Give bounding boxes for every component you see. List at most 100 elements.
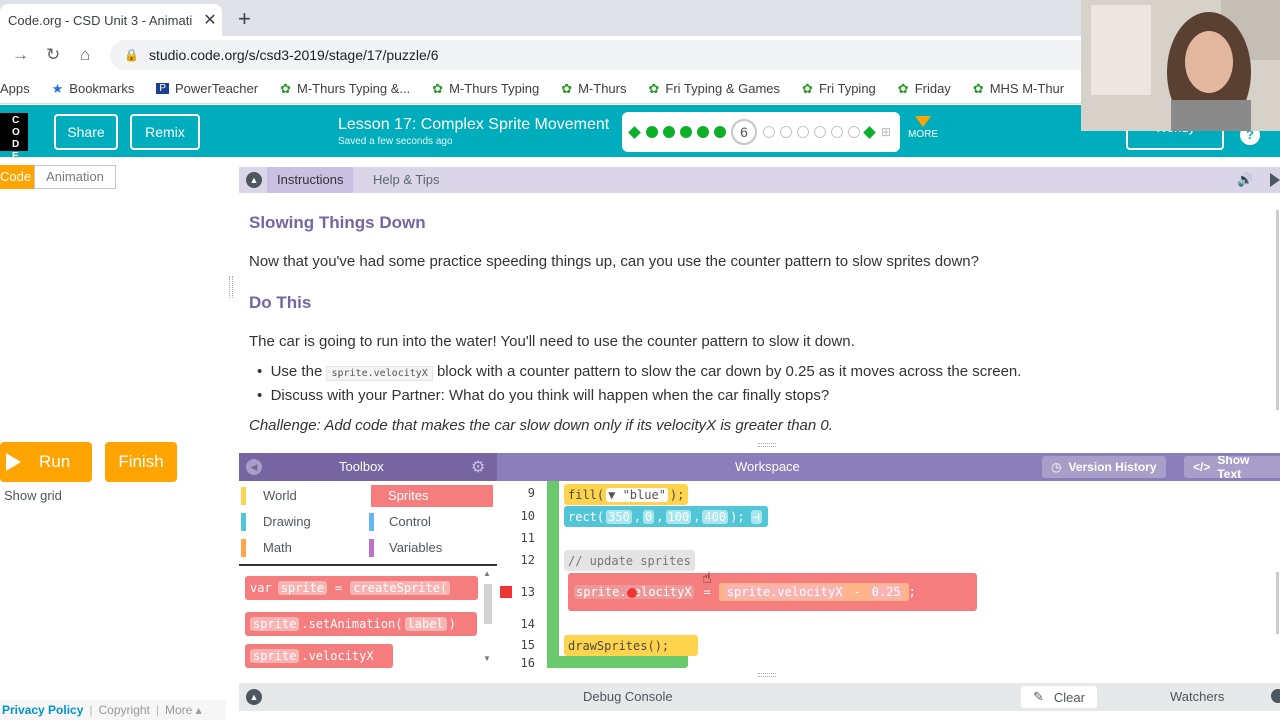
animation-toggle-tab[interactable]: Animation (34, 165, 116, 189)
comment-text: // update sprites (568, 553, 691, 568)
remix-button[interactable]: Remix (130, 114, 200, 150)
create-sprite-block[interactable]: var sprite = createSprite( (245, 576, 478, 600)
home-icon[interactable]: ⌂ (80, 45, 90, 65)
level-dot-incomplete[interactable] (831, 126, 843, 138)
category-sprites[interactable]: Sprites (371, 485, 493, 507)
version-history-button[interactable]: ◷ Version History (1042, 456, 1166, 478)
fill-block[interactable]: fill( ▼ "blue" ); (564, 484, 689, 505)
unplugged-icon[interactable]: ⊞ (881, 125, 891, 139)
play-audio-icon[interactable] (1270, 173, 1280, 187)
collapse-instructions-icon[interactable]: ▲ (246, 172, 262, 188)
rect-h-arg[interactable]: 400 (702, 509, 729, 524)
expand-debug-icon[interactable]: ▲ (246, 689, 262, 705)
watchers-tab[interactable]: Watchers (1170, 689, 1224, 704)
toolbox-scrollbar[interactable]: ▲ ▼ (483, 569, 493, 664)
code-org-logo[interactable]: C O D E (0, 113, 28, 162)
share-button[interactable]: Share (54, 114, 118, 150)
run-button[interactable]: Run (0, 442, 92, 482)
level-diamond[interactable] (863, 125, 876, 139)
close-debug-icon[interactable] (1271, 689, 1280, 703)
rect-block[interactable]: rect( 350, 0, 100, 400 ); ⊣ (564, 506, 768, 527)
lesson-title[interactable]: Lesson 17: Complex Sprite Movement (338, 116, 609, 134)
current-level-bubble[interactable]: 6 (731, 119, 757, 145)
breakpoint-marker[interactable] (500, 586, 512, 598)
bookmark-fri-typing-games[interactable]: ✿ Fri Typing & Games (648, 81, 780, 97)
tab-instructions[interactable]: Instructions (267, 167, 354, 193)
level-dot-complete[interactable] (697, 126, 709, 138)
finish-button[interactable]: Finish (105, 442, 177, 482)
collapse-args-icon[interactable]: ⊣ (750, 509, 762, 524)
show-text-button[interactable]: </> Show Text (1184, 456, 1280, 478)
forward-arrow-icon[interactable]: → (12, 45, 29, 65)
instructions-scrollbar[interactable] (1276, 210, 1279, 410)
rect-y-arg[interactable]: 0 (643, 509, 655, 524)
category-variables[interactable]: Variables (369, 537, 491, 559)
instructions-resize-handle[interactable] (758, 443, 776, 447)
color-dropdown[interactable]: ▼ "blue" (606, 487, 668, 502)
bookmark-mhs-mthur[interactable]: ✿ MHS M-Thur (973, 81, 1064, 97)
url-field[interactable]: 🔒 studio.code.org/s/csd3-2019/stage/17/p… (110, 40, 1110, 70)
url-text: studio.code.org/s/csd3-2019/stage/17/puz… (148, 47, 439, 63)
level-dot-complete[interactable] (663, 126, 675, 138)
category-control[interactable]: Control (369, 511, 491, 533)
close-tab-icon[interactable]: ✕ (198, 10, 222, 30)
code-toggle-tab[interactable]: Code (0, 165, 34, 189)
category-world[interactable]: World (241, 485, 363, 507)
rect-w-arg[interactable]: 100 (665, 509, 692, 524)
browser-tab[interactable]: Code.org - CSD Unit 3 - Animati ✕ (0, 4, 222, 36)
version-history-label: Version History (1068, 460, 1157, 474)
rect-x-arg[interactable]: 350 (606, 509, 632, 524)
bookmark-bookmarks[interactable]: ★ Bookmarks (52, 81, 135, 97)
level-dot-incomplete[interactable] (848, 126, 860, 138)
scroll-thumb[interactable] (484, 584, 492, 624)
event-block-strip (547, 481, 559, 668)
level-dot-incomplete[interactable] (797, 126, 809, 138)
comment-block[interactable]: // update sprites (564, 550, 695, 571)
new-tab-icon[interactable]: + (238, 6, 251, 32)
set-animation-block[interactable]: sprite .setAnimation( label ) (245, 612, 477, 636)
clear-console-button[interactable]: ✎ Clear (1021, 686, 1097, 708)
workspace-resize-handle[interactable] (758, 673, 776, 677)
draw-sprites-block[interactable]: drawSprites(); (564, 635, 698, 656)
reload-icon[interactable]: ↻ (46, 45, 60, 65)
math-expression-block[interactable]: sprite.velocityX - 0.25 (718, 583, 909, 601)
level-dot-incomplete[interactable] (763, 126, 775, 138)
level-dot-incomplete[interactable] (780, 126, 792, 138)
scroll-down-icon[interactable]: ▼ (483, 654, 491, 663)
gear-icon[interactable]: ⚙ (471, 457, 485, 477)
level-dot-complete[interactable] (646, 126, 658, 138)
frog-icon: ✿ (648, 80, 660, 96)
more-links[interactable]: More ▴ (165, 703, 202, 717)
copyright-link[interactable]: Copyright (99, 703, 150, 717)
more-button[interactable]: MORE (908, 116, 938, 140)
category-math[interactable]: Math (241, 537, 363, 559)
expression-right-slot[interactable]: 0.25 (869, 585, 903, 599)
tab-help-tips[interactable]: Help & Tips (363, 167, 449, 193)
show-grid-toggle[interactable]: Show grid (4, 488, 62, 503)
category-drawing[interactable]: Drawing (241, 511, 363, 533)
speaker-icon[interactable]: 🔊 (1237, 172, 1253, 188)
block-text: ) (448, 617, 456, 631)
bookmark-friday[interactable]: ✿ Friday (898, 81, 951, 97)
bookmark-powerteacher[interactable]: P PowerTeacher (156, 81, 258, 96)
bookmark-label: M-Thurs Typing &... (297, 81, 411, 96)
scroll-up-icon[interactable]: ▲ (483, 569, 491, 578)
privacy-policy-link[interactable]: Privacy Policy (2, 703, 83, 717)
line-number: 11 (520, 531, 535, 545)
more-label: MORE (908, 129, 938, 140)
bookmark-mthurs-typing-and[interactable]: ✿ M-Thurs Typing &... (280, 81, 410, 97)
level-dot-complete[interactable] (680, 126, 692, 138)
level-diamond[interactable] (628, 125, 641, 139)
bookmark-mthurs[interactable]: ✿ M-Thurs (561, 81, 626, 97)
bookmark-apps[interactable]: Apps (0, 81, 30, 96)
level-dot-incomplete[interactable] (814, 126, 826, 138)
bookmark-fri-typing[interactable]: ✿ Fri Typing (802, 81, 876, 97)
bookmark-mthurs-typing[interactable]: ✿ M-Thurs Typing (432, 81, 539, 97)
workspace-scrollbar[interactable] (1276, 572, 1279, 634)
level-dot-complete[interactable] (714, 126, 726, 138)
bookmark-label: MHS M-Thur (989, 81, 1065, 96)
collapse-code-icon[interactable]: ◀ (246, 459, 262, 475)
expression-left-slot[interactable]: sprite.velocityX (724, 585, 845, 599)
panel-resize-handle[interactable] (229, 276, 233, 298)
velocity-x-block[interactable]: sprite .velocityX (245, 644, 393, 668)
